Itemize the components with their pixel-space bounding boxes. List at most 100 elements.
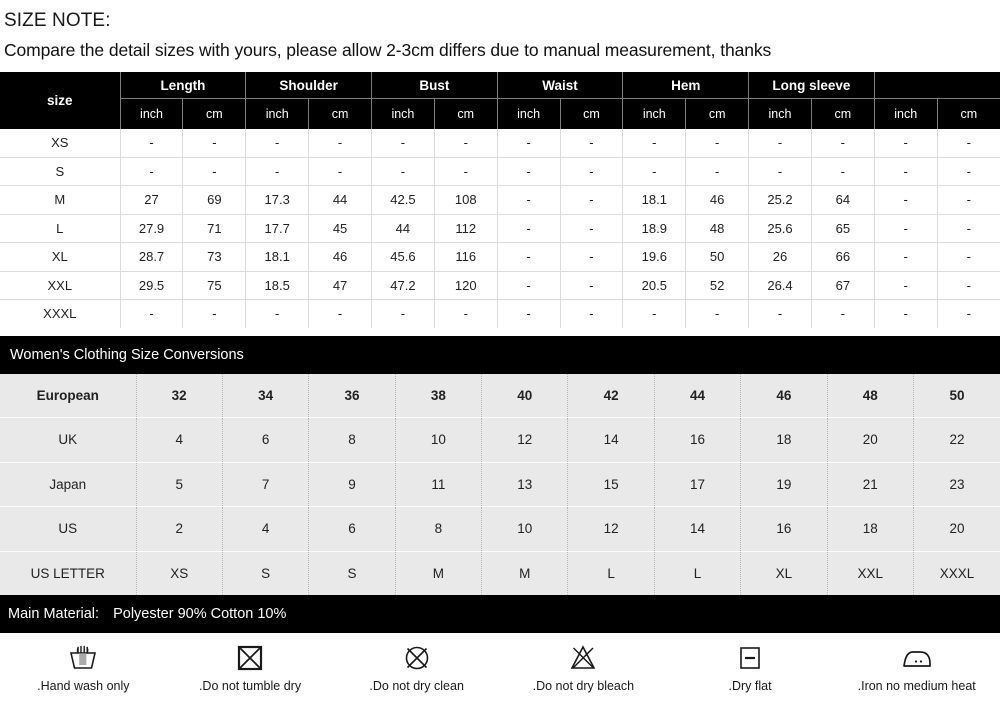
cell: 28.7 [120,242,184,272]
unit-header-bust-cm: cm [434,98,498,129]
conversion-row-label: Japan [0,462,137,507]
care-label: .Do not dry clean [369,679,464,693]
conversion-row-label: European [0,373,137,418]
cell: - [245,299,310,328]
cell: - [685,157,750,186]
cell: - [560,214,624,243]
cell: - [874,214,938,243]
table-row: XXL 29.5 75 18.5 47 47.2 120 - - 20.5 52… [0,271,1000,300]
table-row: UK 4 6 8 10 12 14 16 18 20 22 [0,417,1000,463]
cell: 8 [395,506,483,552]
cell: 18.9 [622,214,687,243]
hand-wash-icon [67,641,99,675]
do-not-tumble-dry-icon [235,641,265,675]
cell: - [497,214,561,243]
cell: 46 [740,373,828,418]
cell: 108 [434,185,498,215]
row-size-label: S [0,157,121,186]
cell: 42.5 [371,185,435,215]
row-size-label: M [0,185,121,215]
cell: 120 [434,271,498,300]
do-not-dry-clean-icon [402,641,432,675]
cell: - [497,299,561,328]
cell: 112 [434,214,498,243]
cell: - [560,157,624,186]
cell: 42 [567,373,655,418]
table-row: S - - - - - - - - - - - - - - [0,157,1000,186]
cell: 2 [136,506,223,552]
conversions-table: European 32 34 36 38 40 42 44 46 48 50 U… [0,373,1000,595]
cell: 12 [481,417,569,463]
cell: - [937,242,1000,272]
row-size-label: XXXL [0,299,121,328]
cell: 34 [222,373,310,418]
cell: M [395,551,483,595]
cell: 73 [182,242,247,272]
unit-header-extra-inch: inch [874,98,938,129]
cell: 16 [740,506,828,552]
cell: - [622,129,687,158]
cell: - [811,299,875,328]
cell: - [120,129,184,158]
row-size-label: XL [0,242,121,272]
cell: 18.1 [245,242,310,272]
cell: - [308,129,372,158]
group-header-shoulder: Shoulder [245,72,372,99]
do-not-bleach-icon [568,641,598,675]
cell: XL [740,551,828,595]
care-item-dry-flat: .Dry flat [667,641,834,693]
care-label: .Hand wash only [37,679,130,693]
cell: - [434,129,498,158]
cell: 66 [811,242,875,272]
cell: 116 [434,242,498,272]
cell: - [371,299,435,328]
cell: S [222,551,310,595]
cell: XS [136,551,223,595]
conversion-row-label: US LETTER [0,551,137,595]
size-note-title: SIZE NOTE: [4,10,111,31]
cell: 11 [395,462,483,507]
care-item-do-not-dry-clean: .Do not dry clean [333,641,500,693]
measurement-table-body: XS - - - - - - - - - - - - - - S - - - -… [0,129,1000,328]
material-bar: Main Material: Polyester 90% Cotton 10% [0,595,1000,633]
cell: 14 [567,417,655,463]
cell: 26 [748,242,812,272]
table-row: European 32 34 36 38 40 42 44 46 48 50 [0,373,1000,418]
cell: 65 [811,214,875,243]
cell: 20 [913,506,1000,552]
cell: 71 [182,214,247,243]
cell: 18 [740,417,828,463]
cell: 44 [308,185,372,215]
cell: 45.6 [371,242,435,272]
cell: - [434,157,498,186]
material-label: Main Material: [8,606,100,622]
cell: 48 [685,214,750,243]
row-size-label: XXL [0,271,121,300]
cell: 75 [182,271,247,300]
cell: 44 [654,373,742,418]
cell: 8 [308,417,396,463]
unit-header-shoulder-cm: cm [308,98,372,129]
measurement-table: size Length Shoulder Bust Waist Hem Long… [0,72,1000,328]
cell: 15 [567,462,655,507]
cell: 48 [827,373,915,418]
table-separator-gap [0,327,1000,336]
cell: - [874,129,938,158]
cell: - [308,157,372,186]
cell: 27.9 [120,214,184,243]
size-note-text: Compare the detail sizes with yours, ple… [4,40,772,60]
cell: 19 [740,462,828,507]
unit-header-length-cm: cm [182,98,247,129]
care-label: .Do not tumble dry [198,679,302,693]
cell: 4 [136,417,223,463]
size-column-header: size [0,72,121,129]
cell: - [497,157,561,186]
cell: 38 [395,373,483,418]
care-item-hand-wash: .Hand wash only [0,641,167,693]
cell: - [937,214,1000,243]
care-label: .Dry flat [728,679,772,693]
size-note-block: SIZE NOTE: Compare the detail sizes with… [0,0,1000,72]
cell: - [560,129,624,158]
group-header-hem: Hem [622,72,750,99]
cell: - [308,299,372,328]
